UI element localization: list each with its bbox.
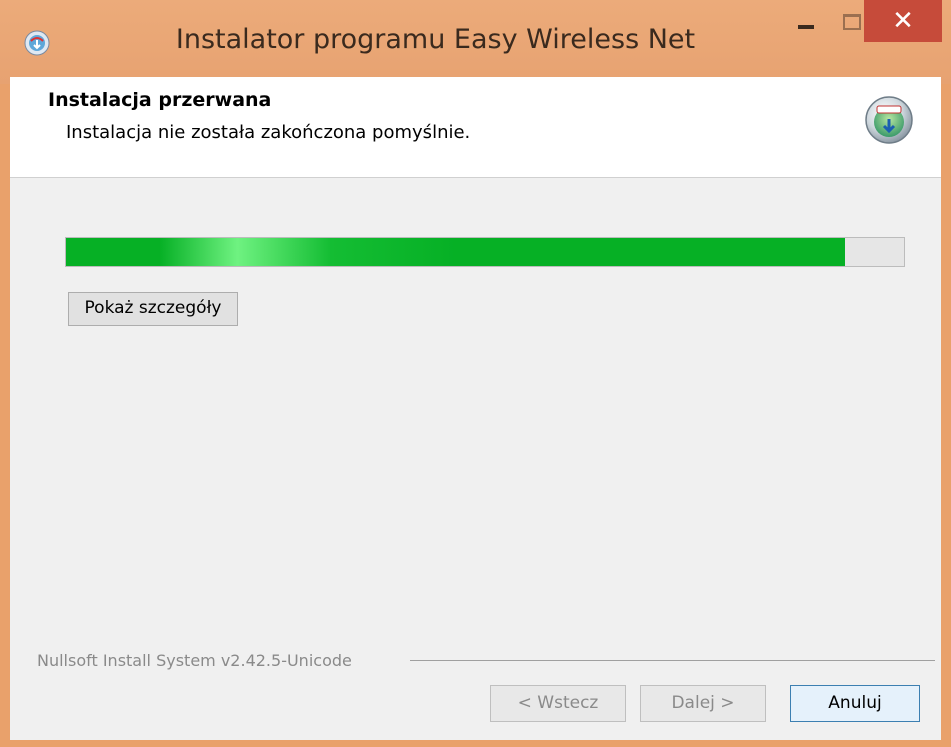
page-title: Instalacja przerwana <box>48 89 272 111</box>
footer-divider <box>410 660 935 661</box>
installer-window: Instalator programu Easy Wireless Net ✕ … <box>0 0 951 747</box>
page-subtitle: Instalacja nie została zakończona pomyśl… <box>66 122 471 143</box>
progress-fill <box>66 238 846 266</box>
back-button[interactable]: < Wstecz <box>490 685 626 722</box>
next-button[interactable]: Dalej > <box>640 685 766 722</box>
close-icon: ✕ <box>892 6 914 36</box>
minimize-button[interactable] <box>786 0 830 42</box>
installer-client-area: Instalacja przerwana Instalacja nie zost… <box>10 77 941 740</box>
nsis-branding-text: Nullsoft Install System v2.42.5-Unicode <box>37 651 352 670</box>
install-progress-bar <box>65 237 905 267</box>
title-bar[interactable]: Instalator programu Easy Wireless Net ✕ <box>0 0 951 84</box>
page-header: Instalacja przerwana Instalacja nie zost… <box>10 77 941 178</box>
close-button[interactable]: ✕ <box>864 0 942 42</box>
cancel-button[interactable]: Anuluj <box>790 685 920 722</box>
show-details-button[interactable]: Pokaż szczegóły <box>68 292 238 326</box>
installer-disc-icon[interactable] <box>24 30 50 56</box>
nsis-logo-icon <box>865 96 913 144</box>
window-title: Instalator programu Easy Wireless Net <box>175 24 696 55</box>
